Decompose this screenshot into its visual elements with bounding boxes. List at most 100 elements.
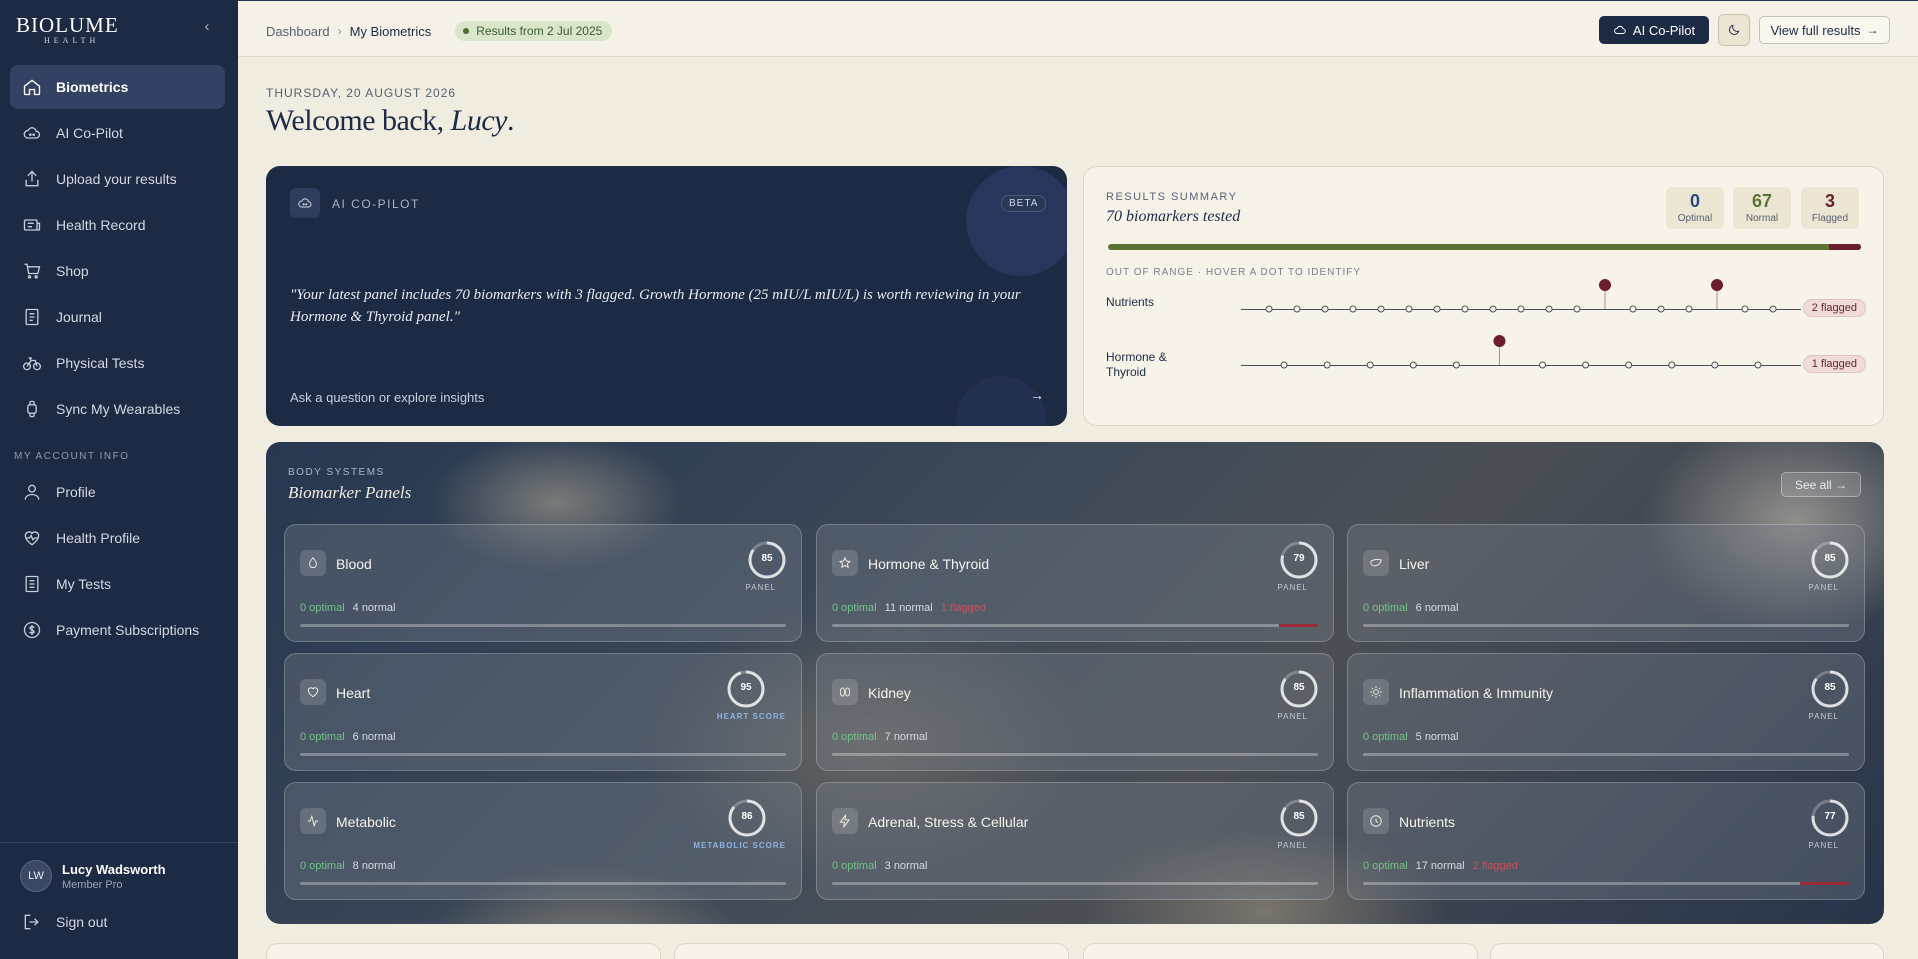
account-nav: Profile Health Profile My Tests Payment … [10,470,225,654]
view-full-results-label: View full results [1770,22,1861,38]
nav-label: Payment Subscriptions [56,622,200,638]
panel-progress-bar [832,753,1318,756]
flagged-badge: 1 flagged [1802,355,1866,373]
panel-counts: 0 optimal 4 normal [300,602,395,614]
biomarker-dot[interactable] [1657,305,1665,313]
flagged-biomarker-dot[interactable] [1599,279,1611,291]
nav-item-biometrics[interactable]: Biometrics [10,65,225,109]
biomarker-dot[interactable] [1629,305,1637,313]
copilot-ask-prompt[interactable]: Ask a question or explore insights [290,390,484,405]
biomarker-dot[interactable] [1405,305,1413,313]
nav-item-profile[interactable]: Profile [10,470,225,514]
panel-name: Nutrients [1399,814,1456,830]
biomarker-dot[interactable] [1545,305,1553,313]
biomarker-dot[interactable] [1625,361,1633,369]
nav-item-health-profile[interactable]: Health Profile [10,516,225,560]
panel-counts: 0 optimal 17 normal 2 flagged [1363,860,1518,872]
view-full-results-button[interactable]: View full results → [1759,16,1890,44]
nav-label: Shop [56,263,89,279]
biomarker-dots[interactable] [1241,279,1801,319]
biomarker-dot[interactable] [1323,361,1331,369]
main-nav: Biometrics AI Co-Pilot Upload your resul… [10,65,225,433]
panel-counts: 0 optimal 6 normal [300,731,395,743]
biomarker-dot[interactable] [1452,361,1460,369]
flagged-biomarker-dot[interactable] [1711,279,1723,291]
biomarker-dot[interactable] [1573,305,1581,313]
nav-item-ai-copilot[interactable]: AI Co-Pilot [10,111,225,155]
stat-optimal-value: 0 [1689,191,1700,211]
flagged-biomarker-dot[interactable] [1493,335,1506,347]
biomarker-dot[interactable] [1461,305,1469,313]
collapse-sidebar-icon[interactable]: ‹ [198,18,216,36]
breadcrumb-dashboard[interactable]: Dashboard [266,24,330,39]
panel-score-gauge: 85 [1278,797,1320,839]
panel-counts: 0 optimal 6 normal [1363,602,1458,614]
cloud-icon [23,127,41,139]
panel-card-kidney[interactable]: Kidney 85 PANEL 0 optimal 7 normal [816,653,1334,771]
panel-score-gauge: 77 [1809,797,1851,839]
nav-item-shop[interactable]: Shop [10,249,225,293]
flagged-count: 1 flagged [940,602,987,614]
biomarker-dot[interactable] [1349,305,1357,313]
biomarker-dot[interactable] [1685,305,1693,313]
nav-item-physical-tests[interactable]: Physical Tests [10,341,225,385]
panel-card-inflammation-immunity[interactable]: Inflammation & Immunity 85 PANEL 0 optimal 5… [1347,653,1865,771]
activity-icon [300,808,326,834]
panel-score-gauge: 95 [725,668,767,710]
optimal-count: 0 optimal [1363,602,1408,614]
theme-toggle-button[interactable] [1718,14,1750,46]
ai-copilot-button[interactable]: AI Co-Pilot [1599,16,1709,44]
results-date-text: Results from 2 Jul 2025 [476,24,603,38]
biomarker-dot[interactable] [1582,361,1590,369]
out-of-range-row-nutrients: Nutrients 2 flagged [1106,279,1866,319]
biomarker-dots[interactable] [1241,335,1801,375]
biomarker-dot[interactable] [1377,305,1385,313]
panel-card-metabolic[interactable]: Metabolic 86 METABOLIC SCORE 0 optimal 8 nor… [284,782,802,900]
biomarker-dot[interactable] [1321,305,1329,313]
arrow-right-icon[interactable]: → [1030,387,1044,403]
nav-item-upload-results[interactable]: Upload your results [10,157,225,201]
biomarker-dot[interactable] [1539,361,1547,369]
out-of-range-row-hormone-thyroid: Hormone & Thyroid 1 flagged [1106,335,1866,379]
stat-flagged-label: Flagged [1811,213,1849,224]
panel-card-adrenal-stress-cellular[interactable]: Adrenal, Stress & Cellular 85 PANEL 0 optim… [816,782,1334,900]
bike-icon [23,357,41,371]
bottom-card [1490,943,1884,959]
biomarker-dot[interactable] [1265,305,1273,313]
panel-card-hormone-thyroid[interactable]: Hormone & Thyroid 79 PANEL 0 optimal 11 norm… [816,524,1334,642]
biomarker-dot[interactable] [1293,305,1301,313]
biomarker-dot[interactable] [1280,361,1288,369]
clock-icon [1363,808,1389,834]
panel-name: Hormone & Thyroid [868,556,990,572]
biomarker-dot[interactable] [1366,361,1374,369]
biomarker-dot[interactable] [1517,305,1525,313]
biomarker-dot[interactable] [1489,305,1497,313]
ai-copilot-card[interactable]: AI CO-PILOT BETA "Your latest panel incl… [266,166,1067,426]
nav-item-health-record[interactable]: Health Record [10,203,225,247]
panel-score-caption: PANEL [1808,712,1839,721]
biomarker-dot[interactable] [1433,305,1441,313]
panel-card-heart[interactable]: Heart 95 HEART SCORE 0 optimal 6 normal [284,653,802,771]
nav-item-sync-wearables[interactable]: Sync My Wearables [10,387,225,431]
nav-item-journal[interactable]: Journal [10,295,225,339]
biomarker-dot[interactable] [1741,305,1749,313]
panel-card-blood[interactable]: Blood 85 PANEL 0 optimal 4 normal [284,524,802,642]
results-summary-card: RESULTS SUMMARY 70 biomarkers tested 0 O… [1083,166,1884,426]
nav-item-my-tests[interactable]: My Tests [10,562,225,606]
user-profile[interactable]: LW Lucy Wadsworth Member Pro [20,860,166,892]
nav-item-payment-subscriptions[interactable]: Payment Subscriptions [10,608,225,652]
biomarker-dot[interactable] [1409,361,1417,369]
panel-card-nutrients[interactable]: Nutrients 77 PANEL 0 optimal 17 normal 2 flag… [1347,782,1865,900]
breadcrumb-separator-icon: › [337,24,342,38]
biomarker-dot[interactable] [1668,361,1676,369]
sign-out-button[interactable]: Sign out [22,912,107,932]
biomarker-dot[interactable] [1769,305,1777,313]
panel-name: Blood [336,556,372,572]
biomarker-dot[interactable] [1754,361,1762,369]
panel-card-liver[interactable]: Liver 85 PANEL 0 optimal 6 normal [1347,524,1865,642]
biomarker-panels-section: BODY SYSTEMS Biomarker Panels See all → … [266,442,1884,924]
nav-label: Upload your results [56,171,177,187]
logo[interactable]: BIOLUME HEALTH [16,14,206,46]
biomarker-dot[interactable] [1711,361,1719,369]
see-all-button[interactable]: See all → [1781,472,1861,497]
